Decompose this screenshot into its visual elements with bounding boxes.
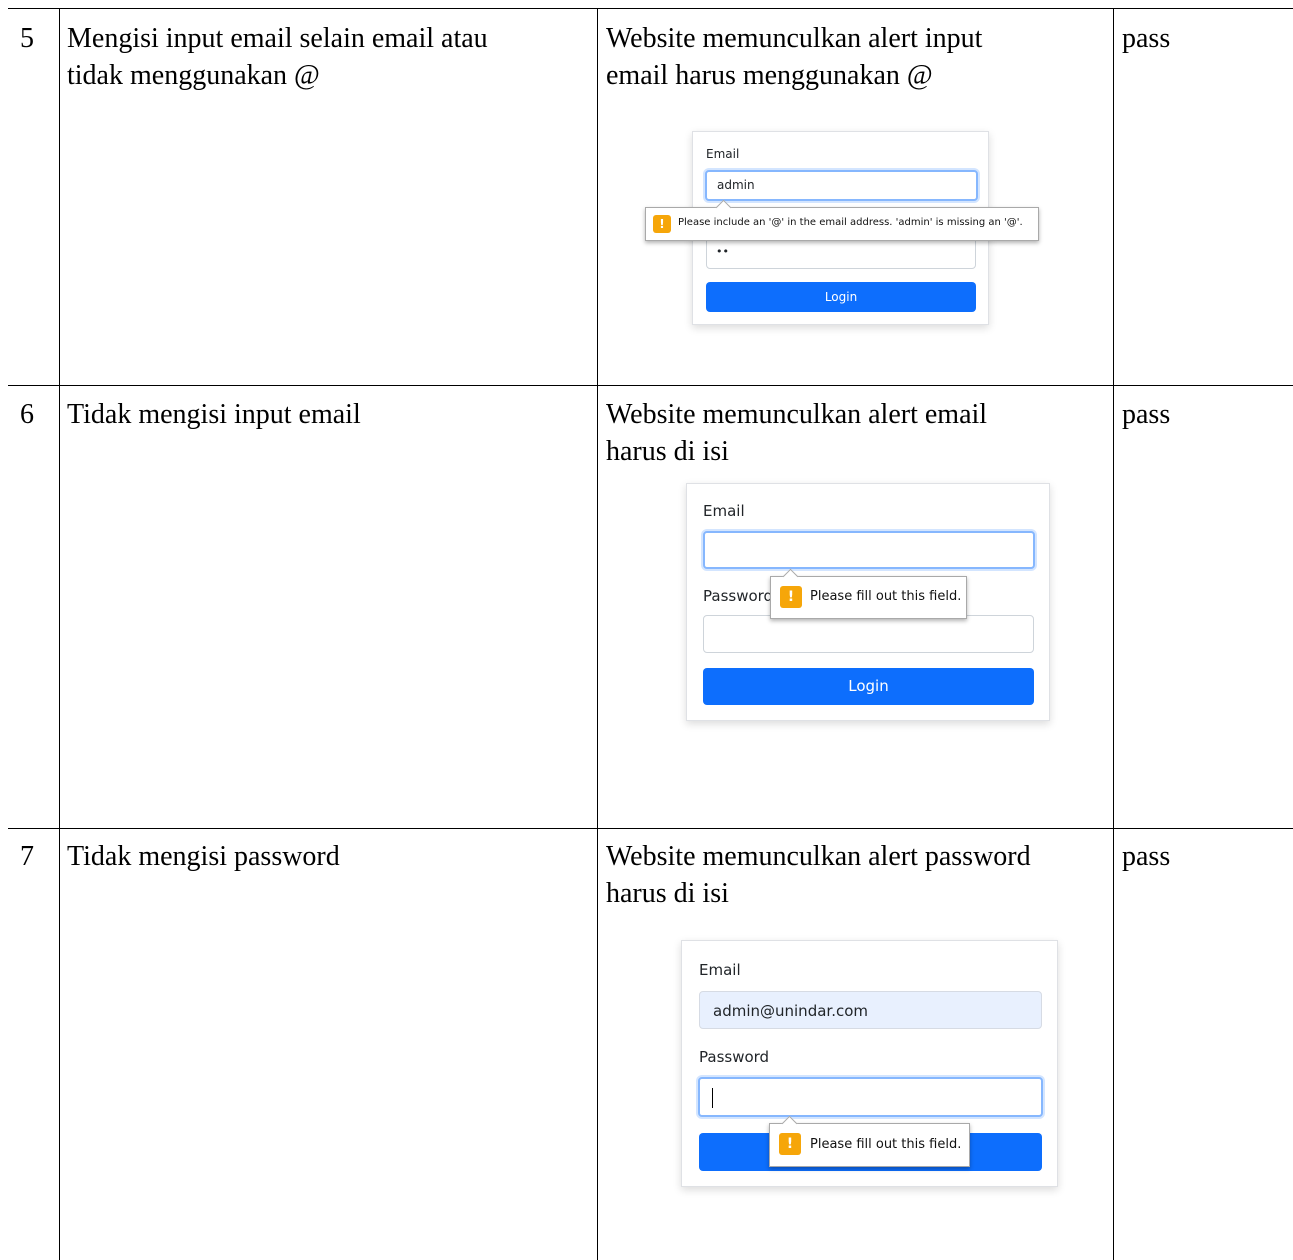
- test-result: pass: [1122, 841, 1171, 872]
- email-value: admin: [717, 178, 755, 192]
- expected-result: Website memunculkan alert email harus di…: [606, 399, 988, 467]
- login-button[interactable]: Login: [703, 668, 1034, 705]
- table-border-top: [8, 8, 1293, 9]
- table-column-divider: [59, 8, 60, 1260]
- password-field[interactable]: [703, 615, 1034, 653]
- table-row-divider: [8, 828, 1293, 829]
- warning-icon: !: [653, 215, 671, 233]
- login-button[interactable]: Login: [706, 282, 976, 312]
- test-scenario: Mengisi input email selain email atau ti…: [67, 23, 488, 91]
- password-label: Password: [699, 1048, 770, 1066]
- row-number: 5: [20, 23, 34, 54]
- row-number: 6: [20, 399, 34, 430]
- test-result: pass: [1122, 23, 1171, 54]
- password-value: ••: [716, 245, 729, 258]
- tooltip-message: Please include an '@' in the email addre…: [678, 217, 1023, 228]
- expected-result: Website memunculkan alert password harus…: [606, 841, 1031, 909]
- table-row-divider: [8, 385, 1293, 386]
- expected-result: Website memunculkan alert input email ha…: [606, 23, 983, 91]
- password-label: Password: [703, 587, 774, 605]
- password-field[interactable]: [698, 1077, 1043, 1117]
- email-label: Email: [699, 961, 741, 979]
- table-column-divider: [597, 8, 598, 1260]
- email-label: Email: [706, 147, 740, 161]
- table-column-divider: [1113, 8, 1114, 1260]
- test-result: pass: [1122, 399, 1171, 430]
- email-label: Email: [703, 502, 745, 520]
- warning-icon: !: [779, 1133, 801, 1155]
- row-number: 7: [20, 841, 34, 872]
- email-value: admin@unindar.com: [713, 1002, 868, 1020]
- validation-tooltip: ! Please fill out this field.: [770, 568, 967, 619]
- warning-icon: !: [780, 586, 802, 608]
- email-field[interactable]: admin: [705, 170, 978, 201]
- test-scenario: Tidak mengisi input email: [67, 399, 361, 430]
- tooltip-message: Please fill out this field.: [810, 589, 962, 604]
- tooltip-message: Please fill out this field.: [810, 1137, 962, 1152]
- validation-tooltip: ! Please include an '@' in the email add…: [645, 199, 1039, 241]
- validation-tooltip: ! Please fill out this field.: [769, 1115, 970, 1167]
- test-scenario: Tidak mengisi password: [67, 841, 340, 872]
- email-field[interactable]: [703, 531, 1035, 569]
- email-field[interactable]: admin@unindar.com: [699, 991, 1042, 1029]
- text-cursor: [712, 1088, 713, 1108]
